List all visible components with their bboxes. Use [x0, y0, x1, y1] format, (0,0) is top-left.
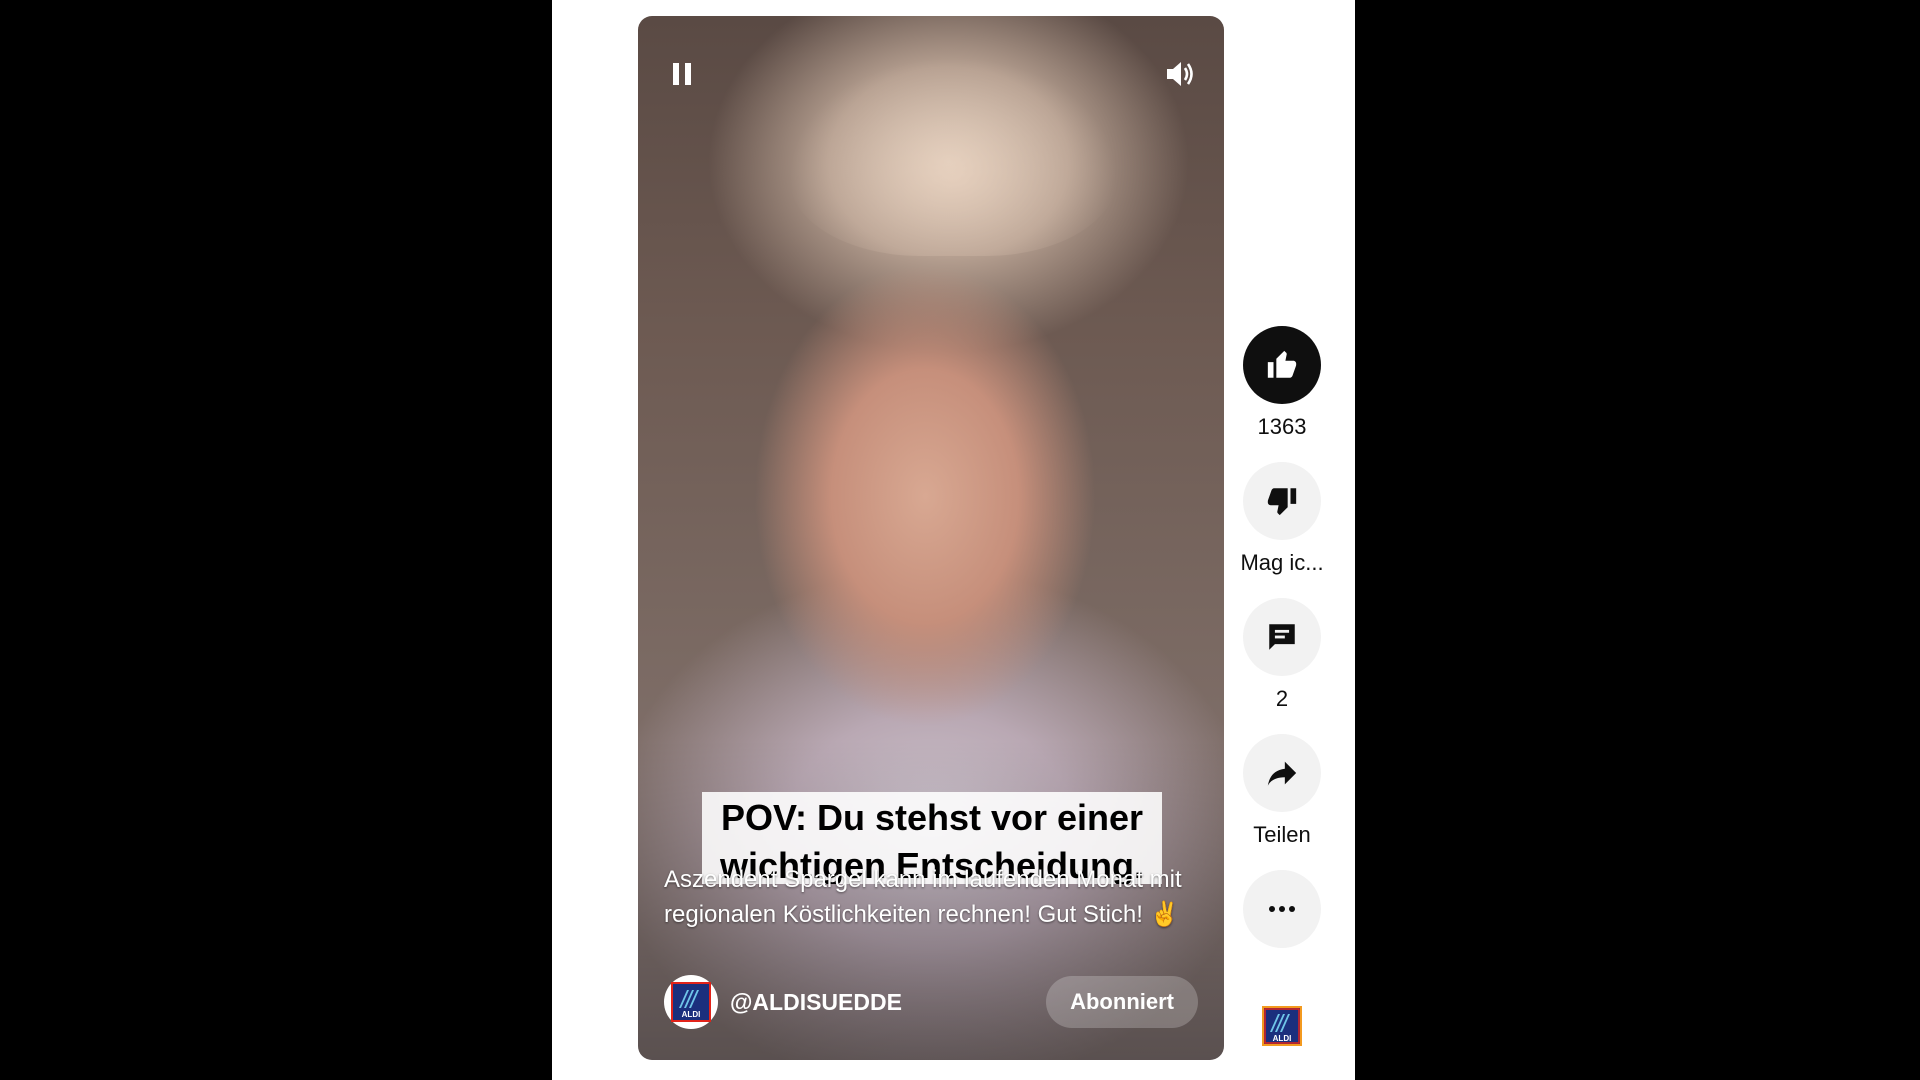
share-label: Teilen — [1253, 822, 1311, 847]
aldi-logo-icon: ALDI — [1262, 1006, 1302, 1046]
comments-button[interactable] — [1243, 598, 1321, 676]
thumbs-down-icon — [1267, 488, 1297, 516]
more-options-button[interactable] — [1243, 870, 1321, 948]
volume-button[interactable] — [1164, 58, 1196, 90]
like-button[interactable] — [1243, 326, 1321, 404]
comments-action: 2 — [1242, 598, 1322, 712]
volume-icon — [1167, 62, 1193, 86]
pause-icon — [673, 63, 691, 85]
channel-avatar[interactable]: ALDI — [664, 975, 718, 1029]
pause-button[interactable] — [666, 58, 698, 90]
more-horizontal-icon — [1269, 906, 1295, 912]
video-frame-highlight — [788, 56, 1118, 256]
dislike-action: Mag ic... — [1240, 462, 1324, 576]
shorts-action-bar: 1363 Mag ic... 2 Teilen — [1240, 326, 1324, 970]
video-description: Aszendent Spargel kann im laufenden Mona… — [664, 866, 1182, 928]
sound-source-thumbnail[interactable]: ALDI — [1262, 1006, 1302, 1046]
channel-bar: ALDI @ALDISUEDDE Abonniert — [664, 974, 1198, 1030]
share-button[interactable] — [1243, 734, 1321, 812]
aldi-logo-text: ALDI — [1273, 1034, 1292, 1043]
subscribed-button[interactable]: Abonniert — [1046, 976, 1198, 1028]
channel-handle[interactable]: @ALDISUEDDE — [730, 989, 902, 1016]
share-action: Teilen — [1242, 734, 1322, 848]
share-icon — [1267, 761, 1297, 786]
dislike-button[interactable] — [1243, 462, 1321, 540]
more-action — [1242, 870, 1322, 948]
like-action: 1363 — [1242, 326, 1322, 440]
caption-line-1: POV: Du stehst vor einer — [720, 797, 1144, 838]
like-count: 1363 — [1257, 414, 1307, 439]
thumbs-up-icon — [1267, 350, 1297, 378]
comment-icon — [1269, 624, 1295, 650]
shorts-video-player[interactable]: POV: Du stehst vor einer wichtigen Entsc… — [638, 16, 1224, 1060]
dislike-label: Mag ic... — [1240, 550, 1324, 575]
aldi-logo-text: ALDI — [682, 1010, 701, 1019]
comments-count: 2 — [1275, 686, 1289, 711]
aldi-logo-icon: ALDI — [671, 982, 711, 1022]
